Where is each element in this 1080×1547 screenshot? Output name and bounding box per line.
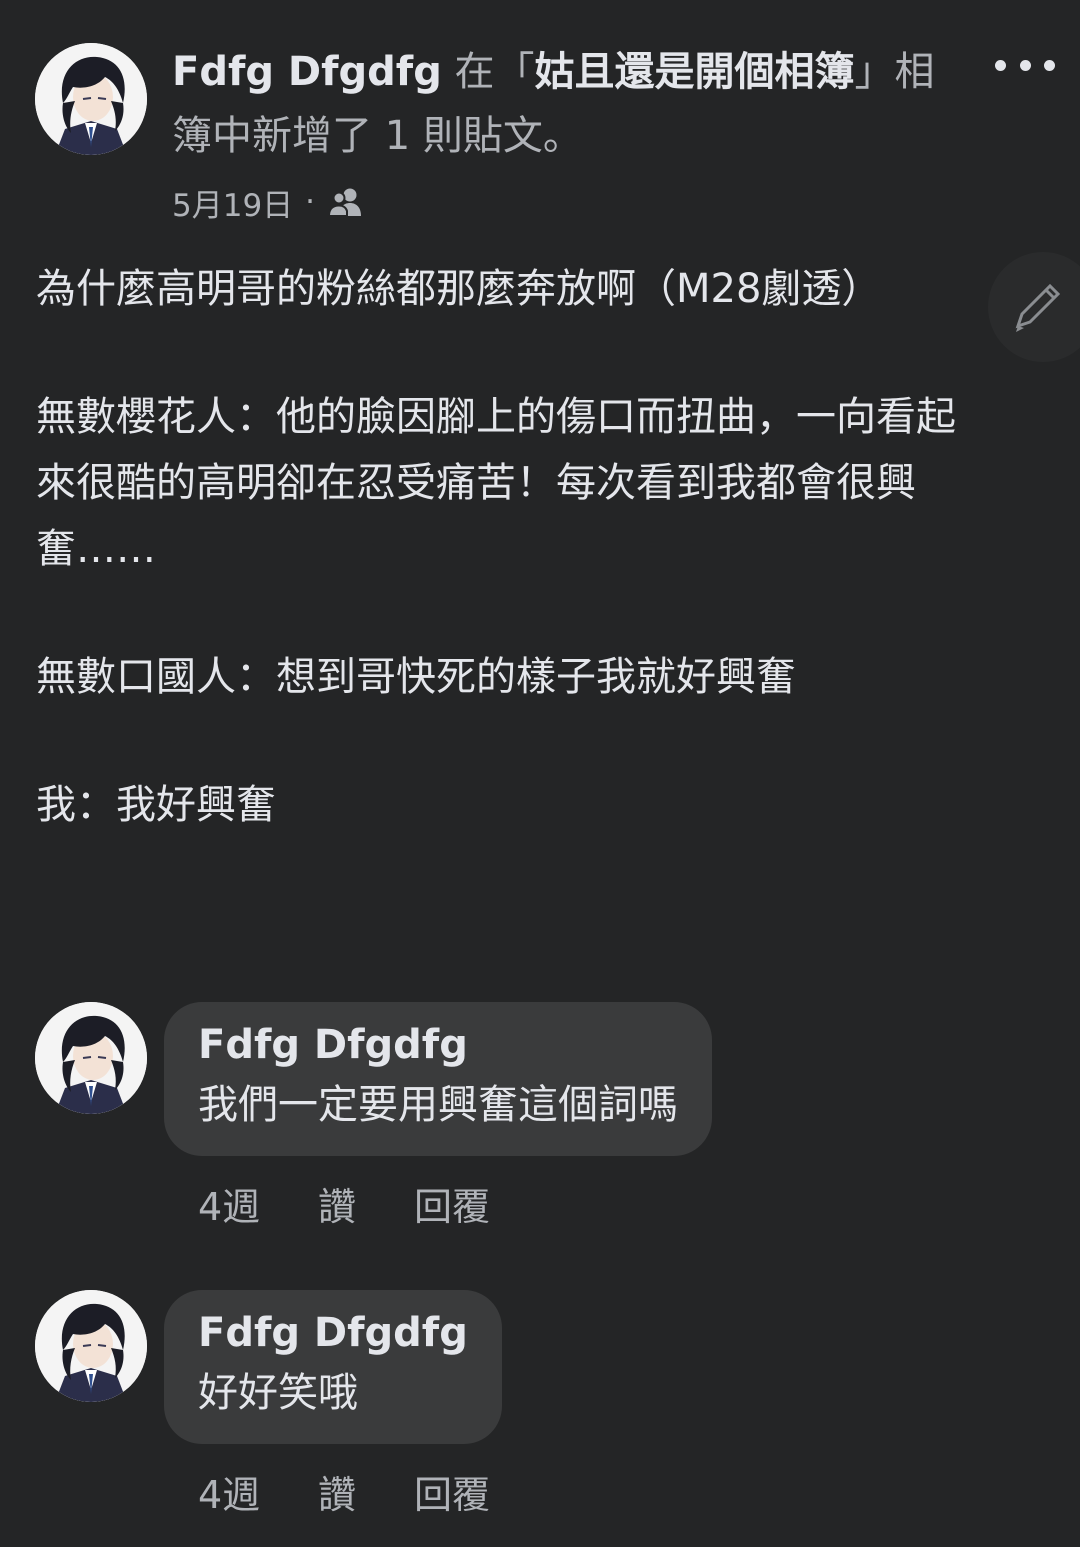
post-author-name[interactable]: Fdfg Dfgdfg xyxy=(172,49,442,95)
comment-bubble[interactable]: Fdfg Dfgdfg 好好笑哦 xyxy=(164,1290,502,1444)
more-options-icon[interactable] xyxy=(995,45,1055,85)
like-button[interactable]: 讚 xyxy=(318,1182,414,1232)
avatar-portrait-icon xyxy=(35,1002,147,1114)
comment-text: 好好笑哦 xyxy=(198,1370,358,1416)
post-body-line: 奮…… xyxy=(36,526,156,572)
post-header: Fdfg Dfgdfg 在「姑且還是開個相簿」相簿中新增了 1 則貼文。 5月1… xyxy=(0,0,1080,230)
post-body-line: 來很酷的高明卻在忍受痛苦！每次看到我都會很興 xyxy=(36,460,916,506)
comment-actions: 4週 讚 回覆 xyxy=(198,1182,490,1232)
meta-separator: · xyxy=(305,184,316,220)
comment-author[interactable]: Fdfg Dfgdfg xyxy=(198,1306,468,1360)
post-body-line: 我：我好興奮 xyxy=(36,782,276,828)
post-body-line: 無數櫻花人：他的臉因腳上的傷口而扭曲，一向看起 xyxy=(36,394,956,440)
album-close-bracket: 」 xyxy=(854,49,895,95)
comment-timestamp[interactable]: 4週 xyxy=(198,1182,318,1232)
post-body: 為什麼高明哥的粉絲都那麼奔放啊（M28劇透） 無數櫻花人：他的臉因腳上的傷口而扭… xyxy=(36,256,1036,838)
album-name-link[interactable]: 姑且還是開個相簿 xyxy=(535,49,855,95)
post-body-line: 為什麼高明哥的粉絲都那麼奔放啊（M28劇透） xyxy=(36,266,882,312)
author-avatar[interactable] xyxy=(35,43,147,155)
in-word: 在 xyxy=(454,49,495,95)
avatar-portrait-icon xyxy=(35,43,147,155)
post-body-line: 無數口國人：想到哥快死的樣子我就好興奮 xyxy=(36,654,796,700)
comment-text: 我們一定要用興奮這個詞嗎 xyxy=(198,1082,678,1128)
reply-button[interactable]: 回覆 xyxy=(414,1182,490,1232)
post-header-text: Fdfg Dfgdfg 在「姑且還是開個相簿」相簿中新增了 1 則貼文。 xyxy=(172,40,952,168)
reply-button[interactable]: 回覆 xyxy=(414,1470,490,1520)
comment-avatar[interactable] xyxy=(35,1002,147,1114)
more-dot xyxy=(1044,59,1055,71)
comment-bubble[interactable]: Fdfg Dfgdfg 我們一定要用興奮這個詞嗎 xyxy=(164,1002,712,1156)
avatar-portrait-icon xyxy=(35,1290,147,1402)
more-dot xyxy=(1019,59,1031,71)
comment-author[interactable]: Fdfg Dfgdfg xyxy=(198,1018,678,1072)
friends-icon xyxy=(329,188,362,217)
comment-timestamp[interactable]: 4週 xyxy=(198,1470,318,1520)
post-date[interactable]: 5月19日 xyxy=(172,180,293,225)
album-open-bracket: 「 xyxy=(494,49,535,95)
more-dot xyxy=(995,59,1006,71)
comment-avatar[interactable] xyxy=(35,1290,147,1402)
post-meta: 5月19日 · xyxy=(172,180,363,224)
comment-actions: 4週 讚 回覆 xyxy=(198,1470,490,1520)
like-button[interactable]: 讚 xyxy=(318,1470,414,1520)
